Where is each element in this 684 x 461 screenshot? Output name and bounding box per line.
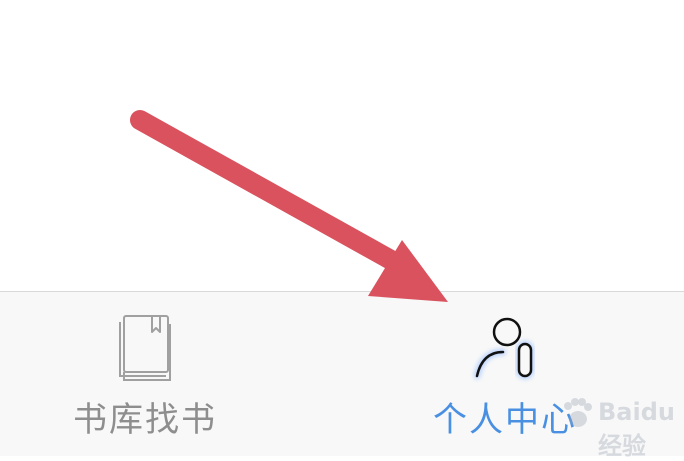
tab-bookstore-label: 书库找书 (73, 400, 217, 440)
book-icon (119, 315, 171, 381)
user-icon (474, 317, 534, 379)
tab-profile[interactable]: 个人中心 (400, 292, 610, 457)
content-area (0, 0, 684, 291)
tab-bar: 书库找书 个人中心 (0, 291, 684, 456)
tab-profile-label: 个人中心 (433, 400, 577, 440)
tab-bookstore[interactable]: 书库找书 (40, 292, 250, 457)
